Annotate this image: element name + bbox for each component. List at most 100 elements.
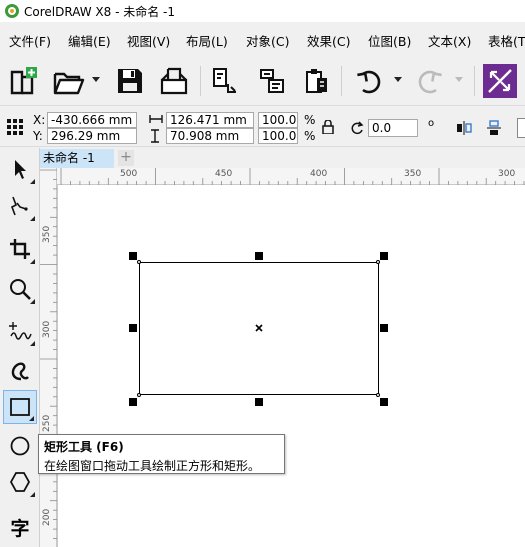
- x-label: X:: [33, 113, 46, 127]
- menu-bar: 文件(F) 编辑(E) 视图(V) 布局(L) 对象(C) 效果(C) 位图(B…: [0, 25, 525, 53]
- corner-node[interactable]: [376, 393, 380, 397]
- object-origin-box[interactable]: [517, 118, 525, 138]
- text-tool-glyph: 字: [10, 517, 30, 540]
- x-position-field[interactable]: -430.666 mm: [47, 112, 137, 128]
- height-field[interactable]: 70.908 mm: [166, 128, 254, 144]
- center-mark-icon[interactable]: [255, 324, 263, 332]
- corner-node[interactable]: [137, 393, 141, 397]
- ruler-label: 300: [42, 320, 52, 338]
- shape-tool-icon: [10, 196, 28, 216]
- menu-table[interactable]: 表格(T): [488, 31, 525, 50]
- print-button[interactable]: [157, 64, 191, 98]
- selection-handle-top-right[interactable]: [380, 252, 388, 260]
- horizontal-ruler[interactable]: 500 450 400 350 300: [57, 168, 525, 185]
- ruler-label: 200: [42, 508, 52, 526]
- save-button[interactable]: [113, 64, 147, 98]
- export-button[interactable]: [255, 64, 289, 98]
- page-border: [57, 185, 58, 547]
- launch-icon: [488, 69, 512, 93]
- standard-toolbar: [0, 56, 525, 106]
- menu-effects[interactable]: 效果(C): [307, 31, 350, 50]
- shape-tool[interactable]: [3, 189, 37, 223]
- degree-symbol: o: [428, 118, 435, 129]
- freehand-tool[interactable]: [3, 314, 37, 348]
- rotation-field[interactable]: 0.0: [368, 119, 418, 137]
- menu-text[interactable]: 文本(X): [428, 31, 471, 50]
- zoom-icon: [10, 279, 31, 300]
- pick-tool[interactable]: [3, 152, 37, 186]
- ruler-label: 350: [42, 225, 52, 243]
- open-folder-icon: [53, 72, 85, 95]
- open-button[interactable]: [52, 64, 86, 98]
- publish-pdf-icon: [306, 69, 327, 93]
- mirror-horizontal-icon[interactable]: [456, 120, 472, 136]
- window-title: CorelDRAW X8 - 未命名 -1: [24, 5, 176, 19]
- menu-layout[interactable]: 布局(L): [186, 31, 228, 50]
- menu-file[interactable]: 文件(F): [9, 31, 51, 50]
- coreldraw-logo-icon: [5, 4, 19, 18]
- vertical-ruler[interactable]: 350 300 250 200: [40, 168, 57, 547]
- document-tab[interactable]: 未命名 -1: [40, 149, 114, 168]
- selection-handle-right[interactable]: [380, 324, 388, 332]
- artistic-media-tool[interactable]: [3, 354, 37, 388]
- mirror-vertical-icon[interactable]: [486, 120, 502, 136]
- redo-icon: [418, 70, 442, 94]
- width-field[interactable]: 126.471 mm: [166, 112, 254, 128]
- redo-dropdown-arrow[interactable]: [455, 77, 463, 82]
- ruler-label: 500: [120, 169, 138, 179]
- ruler-label: 450: [215, 169, 233, 179]
- new-document-button[interactable]: [6, 64, 40, 98]
- tooltip-description: 在绘图窗口拖动工具绘制正方形和矩形。: [44, 459, 261, 473]
- pointer-icon: [15, 160, 26, 179]
- corner-node[interactable]: [137, 260, 141, 264]
- selection-handle-top-left[interactable]: [129, 252, 137, 260]
- y-position-field[interactable]: 296.29 mm: [47, 128, 137, 144]
- menu-edit[interactable]: 编辑(E): [68, 31, 111, 50]
- lock-ratio-icon[interactable]: [322, 120, 334, 134]
- menu-view[interactable]: 视图(V): [127, 31, 170, 50]
- launch-button[interactable]: [483, 64, 517, 98]
- zoom-tool[interactable]: [3, 272, 37, 306]
- selection-handle-bottom[interactable]: [255, 398, 263, 406]
- menu-object[interactable]: 对象(C): [246, 31, 289, 50]
- coreldraw-window: CorelDRAW X8 - 未命名 -1 文件(F) 编辑(E) 视图(V) …: [0, 0, 525, 547]
- toolbar-separator: [341, 66, 342, 96]
- publish-pdf-button[interactable]: [299, 64, 333, 98]
- undo-button[interactable]: [352, 64, 386, 98]
- save-icon: [118, 69, 142, 93]
- menu-bitmaps[interactable]: 位图(B): [368, 31, 411, 50]
- percent-y-label: %: [304, 129, 316, 143]
- rotation-icon: [351, 121, 364, 135]
- selection-handle-bottom-left[interactable]: [129, 398, 137, 406]
- rectangle-tool-tooltip: 矩形工具 (F6) 在绘图窗口拖动工具绘制正方形和矩形。: [38, 434, 285, 474]
- reference-point-icon[interactable]: [7, 119, 23, 135]
- selection-handle-bottom-right[interactable]: [380, 398, 388, 406]
- ellipse-tool[interactable]: [3, 429, 37, 463]
- crop-tool[interactable]: [3, 232, 37, 266]
- selection-handle-left[interactable]: [129, 324, 137, 332]
- corner-node[interactable]: [376, 260, 380, 264]
- document-tab-strip: 未命名 -1 +: [40, 148, 525, 168]
- rectangle-tool[interactable]: [3, 390, 37, 424]
- redo-button[interactable]: [413, 64, 447, 98]
- ruler-label: 350: [404, 169, 422, 179]
- toolbox: 字: [0, 148, 40, 547]
- height-icon: [151, 129, 159, 143]
- ruler-label: 250: [42, 414, 52, 432]
- toolbar-separator: [474, 66, 475, 96]
- undo-dropdown-arrow[interactable]: [394, 77, 402, 82]
- text-tool[interactable]: 字: [3, 510, 37, 544]
- tooltip-title: 矩形工具 (F6): [44, 440, 124, 454]
- crop-icon: [10, 239, 30, 259]
- add-document-tab[interactable]: +: [118, 150, 134, 166]
- polygon-tool[interactable]: [3, 465, 37, 499]
- import-icon: [213, 68, 236, 93]
- selection-handle-top[interactable]: [255, 252, 263, 260]
- import-button[interactable]: [207, 64, 241, 98]
- artistic-media-icon: [11, 362, 29, 381]
- toolbar-separator: [200, 66, 201, 96]
- open-dropdown-arrow[interactable]: [92, 77, 100, 82]
- scale-x-field[interactable]: 100.0: [258, 112, 298, 128]
- scale-y-field[interactable]: 100.0: [258, 128, 298, 144]
- export-icon: [260, 69, 284, 93]
